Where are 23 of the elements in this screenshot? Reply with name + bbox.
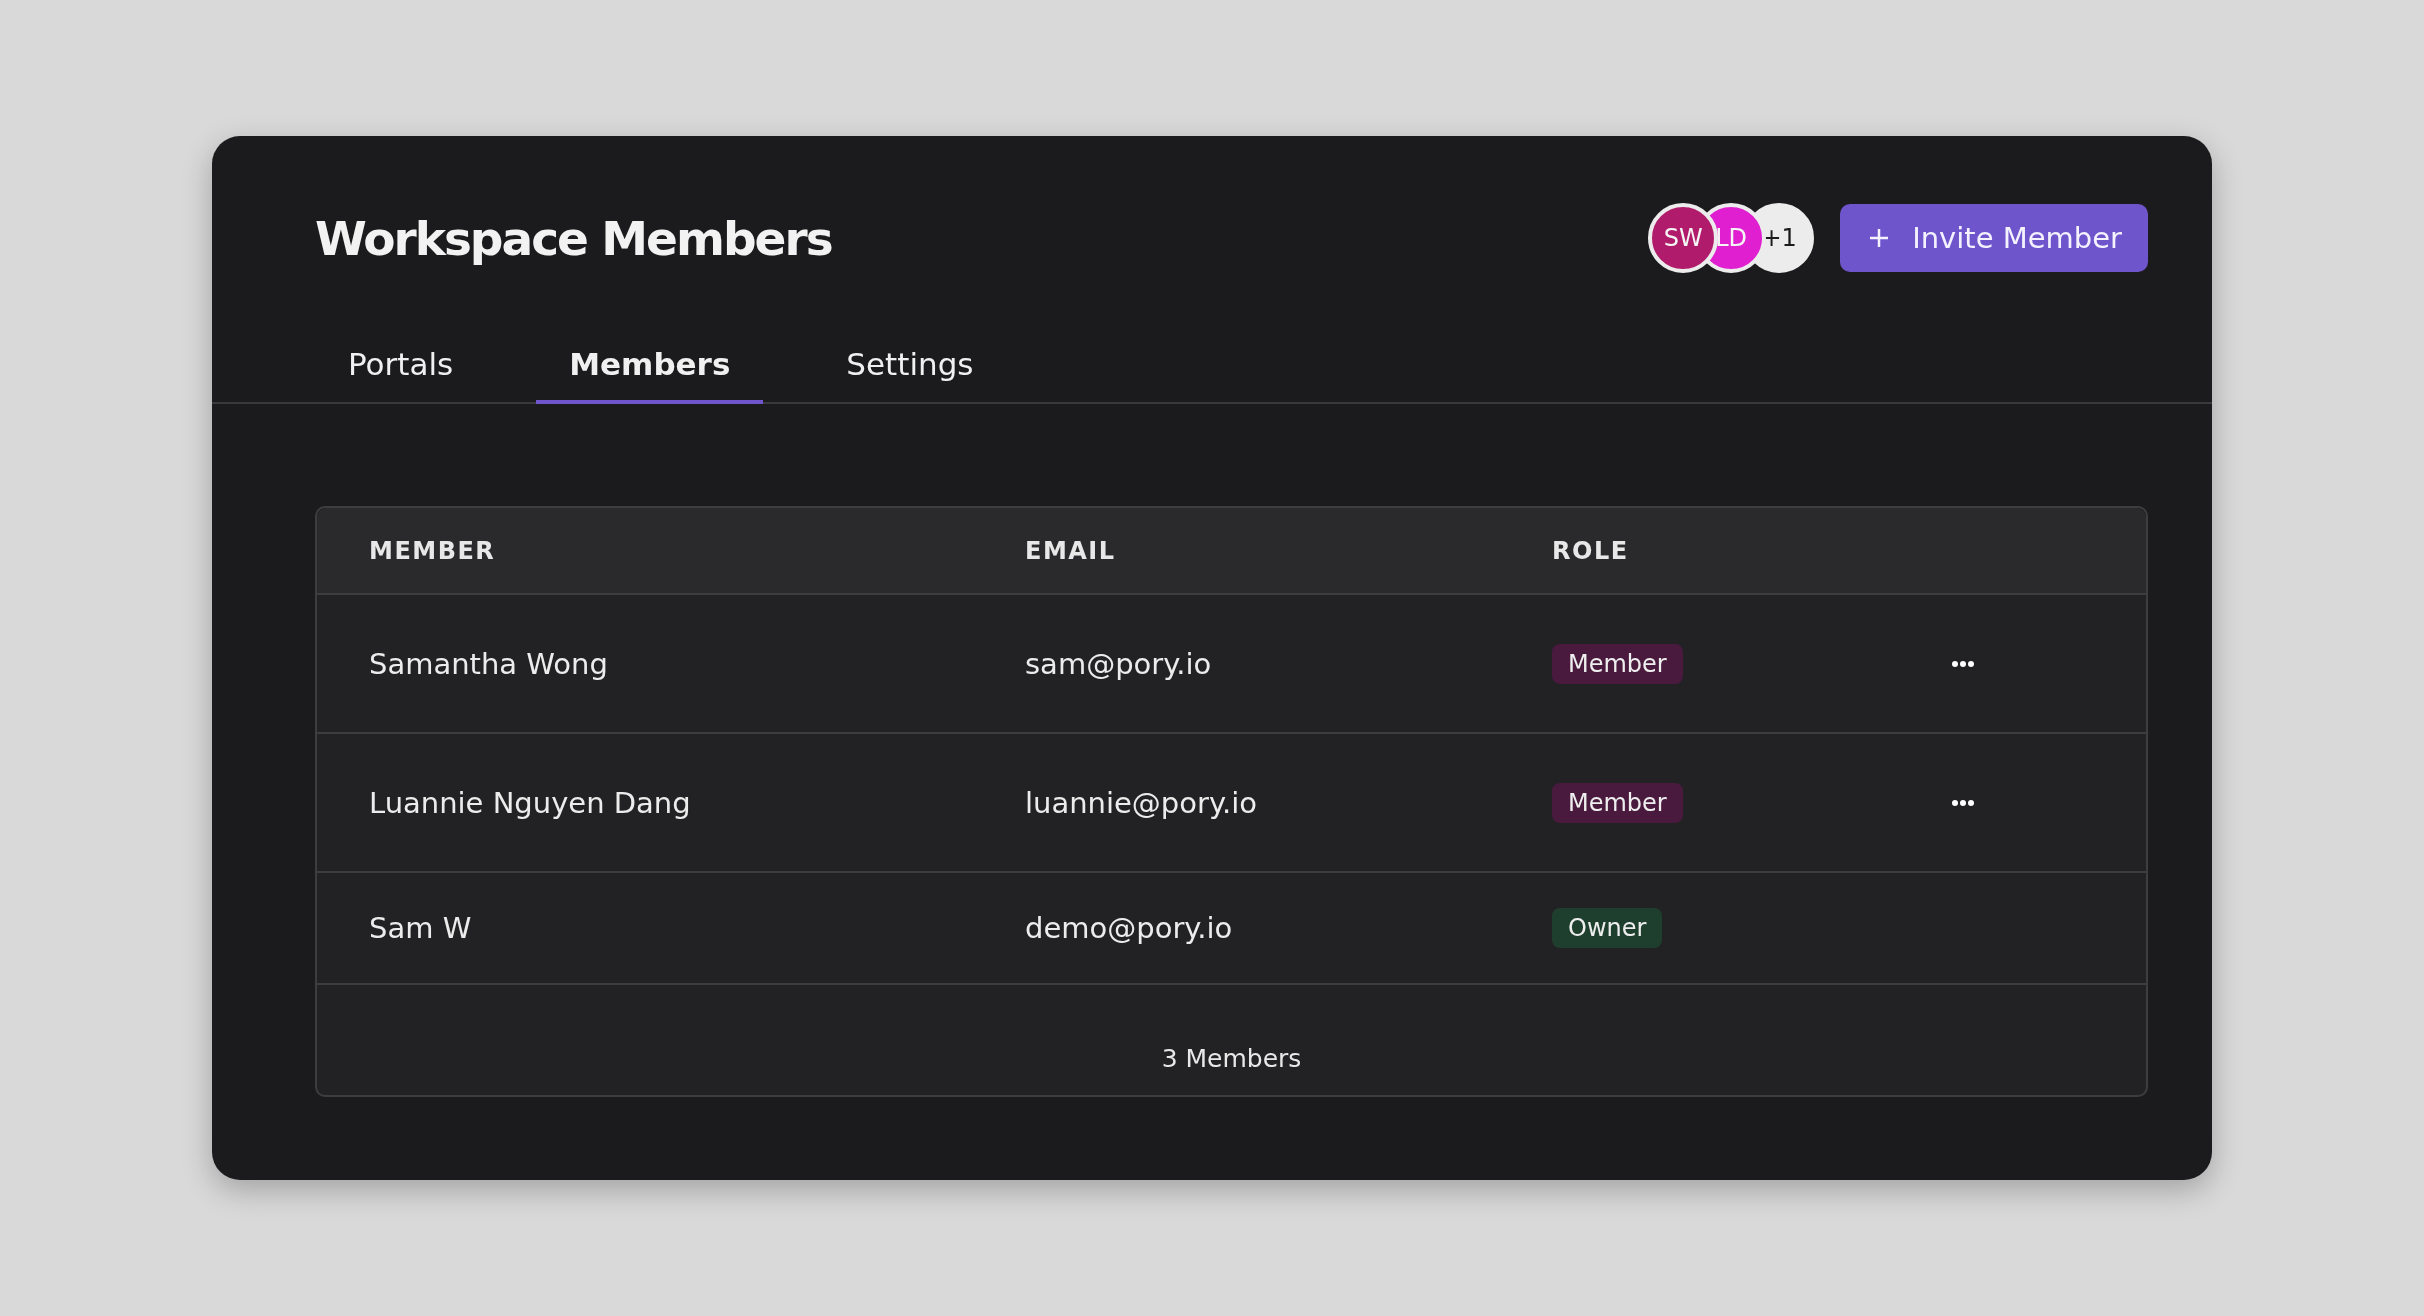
member-email: luannie@pory.io — [1025, 785, 1258, 820]
column-header: MEMBER — [369, 536, 497, 565]
more-options-button[interactable] — [1952, 660, 1974, 667]
member-count: 3 Members — [1161, 1044, 1302, 1073]
role-tag: Member — [1552, 782, 1683, 823]
tab[interactable]: Members — [536, 332, 764, 404]
member-email: demo@pory.io — [1025, 911, 1234, 945]
ellipsis-icon — [1952, 660, 1974, 667]
role-tag: Owner — [1552, 908, 1663, 948]
member-name: Sam W — [369, 911, 473, 945]
role-tag: Member — [1552, 643, 1683, 684]
member-name: Samantha Wong — [369, 646, 609, 681]
column-header: ROLE — [1552, 536, 1630, 565]
more-options-button[interactable] — [1952, 799, 1974, 806]
ellipsis-icon — [1952, 799, 1974, 806]
column-header: EMAIL — [1025, 536, 1117, 565]
tab[interactable]: Settings — [813, 332, 1007, 404]
invite-member-button[interactable]: Invite Member — [1840, 204, 2148, 272]
plus-icon — [1868, 227, 1891, 249]
member-email: sam@pory.io — [1025, 646, 1213, 681]
page-title: Workspace Members — [315, 210, 832, 266]
tab[interactable]: Portals — [315, 332, 487, 404]
member-name: Luannie Nguyen Dang — [369, 785, 692, 820]
